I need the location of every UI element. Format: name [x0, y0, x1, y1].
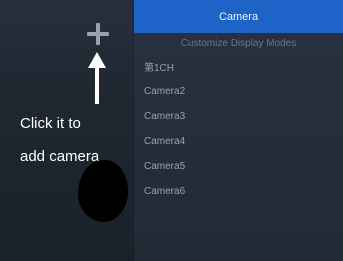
redaction-blot [78, 160, 128, 222]
camera-item-1[interactable]: 第1CH [134, 54, 343, 79]
annotation-line-1: Click it to [20, 115, 81, 132]
camera-item-6[interactable]: Camera6 [134, 179, 343, 204]
panel-header-camera[interactable]: Camera [134, 0, 343, 33]
add-camera-button[interactable] [86, 22, 110, 46]
camera-item-5[interactable]: Camera5 [134, 154, 343, 179]
customize-display-modes-item[interactable]: Customize Display Modes [134, 33, 343, 54]
screen: Click it to add camera Camera Customize … [0, 0, 343, 261]
left-pane: Click it to add camera [0, 0, 133, 261]
camera-item-3[interactable]: Camera3 [134, 104, 343, 129]
camera-item-4[interactable]: Camera4 [134, 129, 343, 154]
camera-panel: Camera Customize Display Modes 第1CH Came… [134, 0, 343, 261]
annotation-line-2: add camera [20, 148, 100, 165]
camera-item-2[interactable]: Camera2 [134, 79, 343, 104]
up-arrow-icon [88, 52, 106, 104]
camera-list: 第1CH Camera2 Camera3 Camera4 Camera5 Cam… [134, 54, 343, 204]
